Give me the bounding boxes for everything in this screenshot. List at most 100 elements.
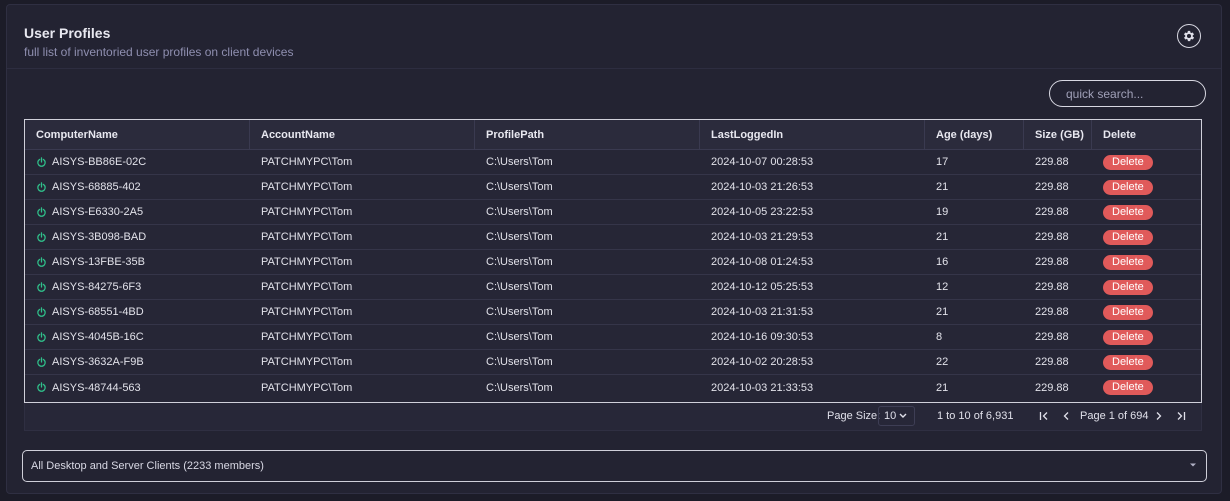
page-indicator: Page 1 of 694: [1080, 410, 1149, 422]
power-icon: [37, 206, 46, 217]
last-logged-in-cell: 2024-10-05 23:22:53: [711, 206, 814, 218]
size-cell: 229.88: [1035, 256, 1069, 268]
profile-path-cell: C:\Users\Tom: [486, 231, 553, 243]
settings-button[interactable]: [1177, 24, 1201, 48]
column-header-size[interactable]: Size (GB): [1024, 120, 1092, 149]
delete-button[interactable]: Delete: [1103, 254, 1153, 270]
panel-header: User Profiles full list of inventoried u…: [7, 5, 1221, 69]
power-icon: [37, 231, 46, 242]
column-header-accountname[interactable]: AccountName: [250, 120, 475, 149]
computer-name: AISYS-4045B-16C: [52, 331, 144, 343]
age-cell: 16: [936, 256, 949, 268]
table-row[interactable]: AISYS-3632A-F9B PATCHMYPC\Tom C:\Users\Tom…: [25, 350, 1201, 375]
next-page-button[interactable]: [1153, 409, 1165, 423]
first-page-icon: [1039, 412, 1048, 420]
delete-button[interactable]: Delete: [1103, 329, 1153, 345]
account-name-cell: PATCHMYPC\Tom: [261, 306, 353, 318]
account-name-cell: PATCHMYPC\Tom: [261, 181, 353, 193]
table-row[interactable]: AISYS-48744-563 PATCHMYPC\Tom C:\Users\Tom…: [25, 375, 1201, 400]
power-icon: [37, 281, 46, 292]
page-size-label: Page Size:: [827, 410, 881, 422]
computer-name-cell: AISYS-3632A-F9B: [25, 350, 250, 374]
computer-name-cell: AISYS-4045B-16C: [25, 325, 250, 349]
collection-select[interactable]: All Desktop and Server Clients (2233 mem…: [22, 450, 1207, 482]
power-icon: [37, 181, 46, 192]
computer-name-cell: AISYS-13FBE-35B: [25, 250, 250, 274]
page-subtitle: full list of inventoried user profiles o…: [24, 45, 294, 59]
delete-cell: Delete: [1092, 250, 1201, 274]
delete-cell: Delete: [1092, 325, 1201, 349]
profiles-table: ComputerName AccountName ProfilePath Las…: [24, 119, 1202, 403]
chevron-left-icon: [1063, 412, 1069, 420]
first-page-button[interactable]: [1038, 409, 1050, 423]
last-logged-in-cell: 2024-10-03 21:31:53: [711, 306, 814, 318]
delete-button[interactable]: Delete: [1103, 154, 1153, 170]
power-icon: [37, 382, 46, 392]
table-row[interactable]: AISYS-3B098-BAD PATCHMYPC\Tom C:\Users\Tom…: [25, 225, 1201, 250]
size-cell: 229.88: [1035, 356, 1069, 368]
column-header-lastloggedin[interactable]: LastLoggedIn: [700, 120, 925, 149]
delete-button[interactable]: Delete: [1103, 304, 1153, 320]
previous-page-button[interactable]: [1060, 409, 1072, 423]
profile-path-cell: C:\Users\Tom: [486, 331, 553, 343]
account-name-cell: PATCHMYPC\Tom: [261, 381, 353, 394]
last-logged-in-cell: 2024-10-03 21:33:53: [711, 381, 814, 394]
delete-button[interactable]: Delete: [1103, 354, 1153, 370]
last-page-button[interactable]: [1175, 409, 1187, 423]
page-title: User Profiles: [24, 25, 111, 41]
last-logged-in-cell: 2024-10-03 21:29:53: [711, 231, 814, 243]
account-name-cell: PATCHMYPC\Tom: [261, 356, 353, 368]
table-row[interactable]: AISYS-13FBE-35B PATCHMYPC\Tom C:\Users\Tom…: [25, 250, 1201, 275]
account-name-cell: PATCHMYPC\Tom: [261, 156, 353, 168]
power-icon: [37, 356, 46, 367]
profile-path-cell: C:\Users\Tom: [486, 206, 553, 218]
table-row[interactable]: AISYS-68885-402 PATCHMYPC\Tom C:\Users\Tom…: [25, 175, 1201, 200]
last-logged-in-cell: 2024-10-02 20:28:53: [711, 356, 814, 368]
age-cell: 21: [936, 381, 949, 394]
age-cell: 8: [936, 331, 943, 343]
size-cell: 229.88: [1035, 331, 1069, 343]
table-row[interactable]: AISYS-BB86E-02C PATCHMYPC\Tom C:\Users\Tom…: [25, 150, 1201, 175]
chevron-right-icon: [1156, 412, 1162, 420]
column-header-profilepath[interactable]: ProfilePath: [475, 120, 700, 149]
table-header: ComputerName AccountName ProfilePath Las…: [25, 120, 1201, 150]
account-name-cell: PATCHMYPC\Tom: [261, 331, 353, 343]
computer-name: AISYS-E6330-2A5: [52, 206, 144, 218]
computer-name: AISYS-BB86E-02C: [52, 156, 147, 168]
table-row[interactable]: AISYS-4045B-16C PATCHMYPC\Tom C:\Users\Tom…: [25, 325, 1201, 350]
column-header-computername[interactable]: ComputerName: [25, 120, 250, 149]
computer-name: AISYS-84275-6F3: [52, 281, 142, 293]
table-row[interactable]: AISYS-84275-6F3 PATCHMYPC\Tom C:\Users\Tom…: [25, 275, 1201, 300]
delete-button[interactable]: Delete: [1103, 179, 1153, 195]
delete-cell: Delete: [1092, 275, 1201, 299]
profile-path-cell: C:\Users\Tom: [486, 306, 553, 318]
column-header-delete[interactable]: Delete: [1092, 120, 1201, 149]
column-header-age[interactable]: Age (days): [925, 120, 1024, 149]
delete-button[interactable]: Delete: [1103, 380, 1153, 395]
last-logged-in-cell: 2024-10-07 00:28:53: [711, 156, 814, 168]
delete-button[interactable]: Delete: [1103, 229, 1153, 245]
delete-button[interactable]: Delete: [1103, 279, 1153, 295]
age-cell: 21: [936, 181, 949, 193]
computer-name-cell: AISYS-E6330-2A5: [25, 200, 250, 224]
quick-search-input[interactable]: [1049, 80, 1206, 107]
table-row[interactable]: AISYS-E6330-2A5 PATCHMYPC\Tom C:\Users\Tom…: [25, 200, 1201, 225]
page-size-value: 10: [884, 410, 897, 422]
last-logged-in-cell: 2024-10-08 01:24:53: [711, 256, 814, 268]
pagination-bar: Page Size: 10 1 to 10 of 6,931 Page 1 of…: [24, 403, 1202, 431]
size-cell: 229.88: [1035, 281, 1069, 293]
power-icon: [37, 256, 46, 267]
page-size-select[interactable]: 10: [878, 406, 915, 426]
last-page-icon: [1177, 412, 1186, 420]
account-name-cell: PATCHMYPC\Tom: [261, 231, 353, 243]
chevron-down-icon: [899, 413, 907, 418]
last-logged-in-cell: 2024-10-03 21:26:53: [711, 181, 814, 193]
table-row[interactable]: AISYS-68551-4BD PATCHMYPC\Tom C:\Users\Tom…: [25, 300, 1201, 325]
delete-cell: Delete: [1092, 300, 1201, 324]
size-cell: 229.88: [1035, 206, 1069, 218]
size-cell: 229.88: [1035, 181, 1069, 193]
delete-button[interactable]: Delete: [1103, 204, 1153, 220]
gear-icon: [1183, 30, 1195, 42]
delete-cell: Delete: [1092, 200, 1201, 224]
age-cell: 21: [936, 231, 949, 243]
